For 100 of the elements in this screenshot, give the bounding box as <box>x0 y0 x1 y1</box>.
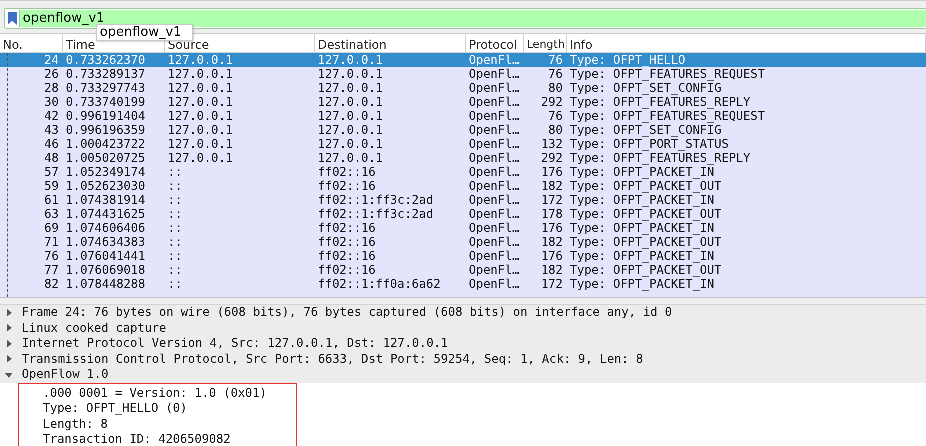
column-header[interactable]: Time <box>66 38 96 52</box>
table-cell-text: ff02::1:ff0a:6a62 <box>317 277 442 291</box>
table-cell-text: Type: OFPT_PACKET_OUT <box>569 207 723 221</box>
table-cell-text: 127.0.0.1 <box>167 151 234 165</box>
table-cell-text: :: <box>167 165 184 179</box>
table-cell-text: Type: OFPT_FEATURES_REQUEST <box>569 109 766 123</box>
table-cell-text: :: <box>167 249 184 263</box>
table-cell-text: 178 <box>540 207 564 221</box>
table-cell-text: 1.076069018 <box>65 263 146 277</box>
column-header[interactable]: Destination <box>318 38 387 52</box>
table-cell-text: Type: OFPT_FEATURES_REPLY <box>569 95 752 109</box>
tree-item[interactable]: Internet Protocol Version 4, Src: 127.0.0.1, Dst: 127.0.0.1 <box>0 336 926 352</box>
table-cell-text: Type: OFPT_PACKET_IN <box>569 249 716 263</box>
table-cell-text: 127.0.0.1 <box>317 67 384 81</box>
table-cell-text: 127.0.0.1 <box>317 123 384 137</box>
table-cell-text: 46 <box>44 137 60 151</box>
table-cell-text: Type: OFPT_PACKET_OUT <box>569 263 723 277</box>
tree-item-label[interactable]: Length: 8 <box>43 416 296 432</box>
tree-item[interactable]: Frame 24: 76 bytes on wire (608 bits), 76 bytes captured (608 bits) on interface any, id 0 <box>0 305 926 320</box>
table-cell-text: Type: OFPT_PACKET_IN <box>569 277 716 291</box>
table-cell-text: OpenFl… <box>468 263 521 277</box>
table-cell-text: 80 <box>548 81 564 95</box>
table-cell-text: OpenFl… <box>468 137 521 151</box>
table-cell-text: 57 <box>44 165 60 179</box>
expand-arrow-icon[interactable] <box>5 355 13 364</box>
column-header[interactable]: Source <box>168 38 210 52</box>
expand-arrow-icon[interactable] <box>5 308 13 317</box>
table-cell-text: :: <box>167 207 184 221</box>
table-cell-text: :: <box>167 235 184 249</box>
column-header[interactable]: No. <box>3 38 23 52</box>
expand-arrow-icon[interactable] <box>5 340 13 348</box>
table-cell-text: 1.074431625 <box>65 207 146 221</box>
table-cell-text: 127.0.0.1 <box>317 81 384 95</box>
table-cell-text: OpenFl… <box>468 179 521 193</box>
table-cell-text: 1.078448288 <box>65 277 146 291</box>
table-cell-text: 48 <box>44 151 60 165</box>
tree-item-label[interactable]: .000 0001 = Version: 1.0 (0x01) <box>43 386 296 401</box>
table-cell-text: 0.733740199 <box>65 95 146 109</box>
table-cell-text: 127.0.0.1 <box>317 137 384 151</box>
table-cell-text: 77 <box>44 263 60 277</box>
table-cell-text: Type: OFPT_PACKET_IN <box>569 193 716 207</box>
table-cell-text: :: <box>167 221 184 235</box>
table-cell-text: 0.996191404 <box>65 109 146 123</box>
splitter-handle[interactable] <box>0 297 926 305</box>
table-cell-text: 1.052349174 <box>65 165 146 179</box>
table-cell-text: OpenFl… <box>468 151 521 165</box>
tree-item-label: OpenFlow 1.0 <box>22 367 109 382</box>
table-cell-text: Type: OFPT_HELLO <box>569 53 687 67</box>
table-cell-text: 26 <box>44 67 60 81</box>
column-header[interactable]: Protocol <box>469 38 518 52</box>
table-cell-text: OpenFl… <box>468 193 521 207</box>
autocomplete-menu[interactable]: openflow_v1 <box>96 24 193 41</box>
table-cell-text: OpenFl… <box>468 207 521 221</box>
table-cell-text: 127.0.0.1 <box>317 151 384 165</box>
table-cell-text: 69 <box>44 221 60 235</box>
table-cell-text: 59 <box>44 179 60 193</box>
table-cell-text: 82 <box>44 277 60 291</box>
tree-item-label: Linux cooked capture <box>22 320 166 336</box>
table-cell-text: Type: OFPT_SET_CONFIG <box>569 81 723 95</box>
table-cell-text: OpenFl… <box>468 67 521 81</box>
table-cell-text: OpenFl… <box>468 235 521 249</box>
collapse-arrow-icon[interactable] <box>5 370 13 379</box>
table-cell-text: 127.0.0.1 <box>167 81 234 95</box>
table-cell-text: 24 <box>44 53 60 67</box>
table-cell-text: 127.0.0.1 <box>317 109 384 123</box>
table-cell-text: Type: OFPT_PORT_STATUS <box>569 137 730 151</box>
table-cell-text: 1.005020725 <box>65 151 146 165</box>
table-cell-text: 76 <box>548 67 564 81</box>
table-cell-text: ff02::16 <box>317 221 377 235</box>
tree-item-label[interactable]: Transaction ID: 4206509082 <box>43 432 296 446</box>
tree-item-label: Frame 24: 76 bytes on wire (608 bits), 76 bytes captured (608 bits) on interface any, id 0 <box>22 305 672 320</box>
table-cell-text: 0.996196359 <box>65 123 146 137</box>
tree-item[interactable]: OpenFlow 1.0 <box>0 367 926 382</box>
column-header[interactable]: Length <box>527 38 565 51</box>
packet-row[interactable]: 24 0.733262370 127.0.0.1 127.0.0.1 OpenFl… 76 Type: OFPT_HELLO <box>0 53 926 67</box>
tree-item-label[interactable]: Type: OFPT_HELLO (0) <box>43 401 296 416</box>
table-cell-text: 176 <box>540 165 564 179</box>
table-cell-text: ff02::16 <box>317 165 377 179</box>
table-cell-text: 127.0.0.1 <box>317 53 384 67</box>
table-cell-text: ff02::1:ff3c:2ad <box>317 207 435 221</box>
table-cell-text: Type: OFPT_PACKET_OUT <box>569 235 723 249</box>
table-cell-text: ff02::16 <box>317 235 377 249</box>
table-cell-text: OpenFl… <box>468 123 521 137</box>
table-cell-text: 182 <box>540 235 564 249</box>
table-cell-text: 71 <box>44 235 60 249</box>
table-cell-text: 1.074381914 <box>65 193 146 207</box>
expand-arrow-icon[interactable] <box>5 324 13 332</box>
column-header[interactable]: Info <box>570 38 593 52</box>
table-cell-text: 0.733262370 <box>65 53 146 67</box>
table-cell-text: OpenFl… <box>468 221 521 235</box>
table-cell-text: 80 <box>548 123 564 137</box>
table-cell-text: OpenFl… <box>468 277 521 291</box>
table-cell-text: 30 <box>44 95 60 109</box>
tree-item[interactable]: Linux cooked capture <box>0 320 926 336</box>
table-cell-text: 63 <box>44 207 60 221</box>
tree-item[interactable]: Transmission Control Protocol, Src Port: 6633, Dst Port: 59254, Seq: 1, Ack: 9, Len: 8 <box>0 352 926 367</box>
table-cell-text: ff02::1:ff3c:2ad <box>317 193 435 207</box>
table-cell-text: Type: OFPT_FEATURES_REPLY <box>569 151 752 165</box>
table-cell-text: 28 <box>44 81 60 95</box>
table-cell-text: 176 <box>540 249 564 263</box>
